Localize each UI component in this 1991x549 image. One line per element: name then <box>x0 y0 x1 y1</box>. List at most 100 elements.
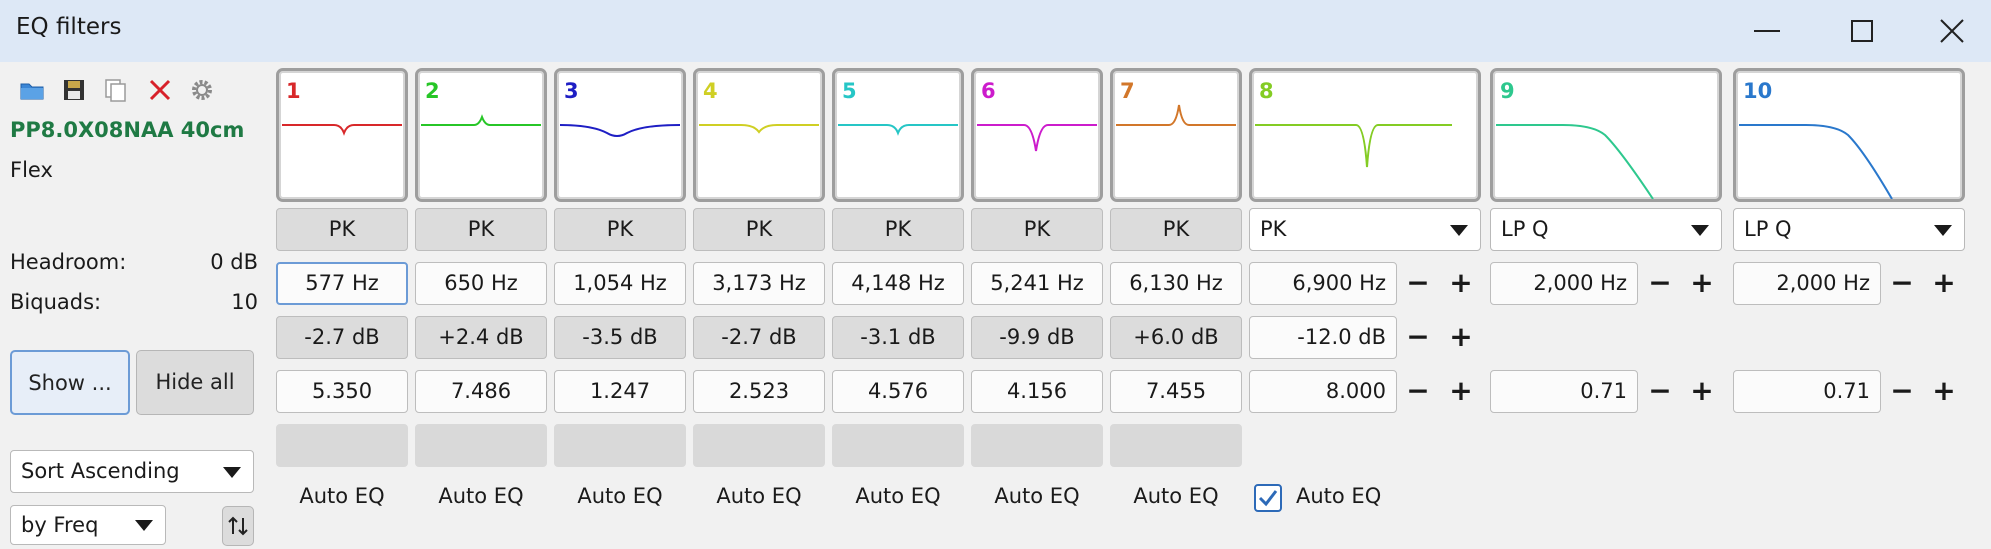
headroom-label: Headroom: <box>10 250 127 274</box>
frequency-field[interactable]: 577 Hz <box>276 262 408 305</box>
minus-button[interactable]: − <box>1882 370 1922 413</box>
frequency-field[interactable]: 2,000 Hz <box>1733 262 1881 305</box>
filter-graph-5[interactable]: 5 <box>832 68 964 202</box>
frequency-field[interactable]: 4,148 Hz <box>832 262 964 305</box>
filter-graph-2[interactable]: 2 <box>415 68 547 202</box>
plus-button[interactable]: + <box>1682 370 1722 413</box>
biquads-value: 10 <box>231 290 258 314</box>
gain-field[interactable]: -2.7 dB <box>276 316 408 359</box>
filter-type-value: PK <box>1260 217 1287 241</box>
gain-field[interactable]: -12.0 dB <box>1249 316 1397 359</box>
frequency-field[interactable]: 6,130 Hz <box>1110 262 1242 305</box>
filter-graph-9[interactable]: 9 <box>1490 68 1722 202</box>
filter-type-select[interactable]: PK <box>1249 208 1481 251</box>
gain-field[interactable]: -3.1 dB <box>832 316 964 359</box>
q-field[interactable]: 1.247 <box>554 370 686 413</box>
q-field[interactable]: 7.455 <box>1110 370 1242 413</box>
sort-by-select[interactable]: by Freq <box>10 505 166 545</box>
filter-graph-1[interactable]: 1 <box>276 68 408 202</box>
maximize-icon <box>1851 20 1873 42</box>
gain-field[interactable]: -9.9 dB <box>971 316 1103 359</box>
filter-type-button[interactable]: PK <box>971 208 1103 251</box>
sort-order-select[interactable]: Sort Ascending <box>10 450 254 493</box>
delete-icon <box>149 79 171 101</box>
q-field[interactable]: 0.71 <box>1733 370 1881 413</box>
gain-field[interactable]: -2.7 dB <box>693 316 825 359</box>
save-icon <box>64 80 84 100</box>
show-button[interactable]: Show ... <box>10 350 130 415</box>
filter-type-value: LP Q <box>1501 217 1549 241</box>
filter-graph-4[interactable]: 4 <box>693 68 825 202</box>
minus-button[interactable]: − <box>1398 316 1438 359</box>
filter-graph-10[interactable]: 10 <box>1733 68 1965 202</box>
minus-button[interactable]: − <box>1398 370 1438 413</box>
frequency-field[interactable]: 2,000 Hz <box>1490 262 1638 305</box>
q-field[interactable]: 2.523 <box>693 370 825 413</box>
filter-graph-3[interactable]: 3 <box>554 68 686 202</box>
filter-type-select[interactable]: LP Q <box>1733 208 1965 251</box>
open-button[interactable] <box>18 76 46 104</box>
q-field[interactable]: 0.71 <box>1490 370 1638 413</box>
copy-button[interactable] <box>102 76 130 104</box>
auto-eq-checkbox-label[interactable]: Auto EQ <box>1296 484 1406 508</box>
filter-type-button[interactable]: PK <box>832 208 964 251</box>
filter-type-button[interactable]: PK <box>276 208 408 251</box>
chevron-down-icon <box>223 466 241 478</box>
frequency-field[interactable]: 3,173 Hz <box>693 262 825 305</box>
filter-type-button[interactable]: PK <box>1110 208 1242 251</box>
save-button[interactable] <box>60 76 88 104</box>
gear-icon <box>192 80 212 100</box>
minus-button[interactable]: − <box>1640 370 1680 413</box>
auto-eq-checkbox[interactable] <box>1254 484 1282 512</box>
auto-eq-label: Auto EQ <box>299 484 385 508</box>
minus-button[interactable]: − <box>1640 262 1680 305</box>
filter-graph-7[interactable]: 7 <box>1110 68 1242 202</box>
filter-type-select[interactable]: LP Q <box>1490 208 1722 251</box>
settings-button[interactable] <box>188 76 216 104</box>
gain-field[interactable]: +2.4 dB <box>415 316 547 359</box>
plus-button[interactable]: + <box>1441 262 1481 305</box>
maximize-button[interactable] <box>1822 0 1902 62</box>
gain-field[interactable]: -3.5 dB <box>554 316 686 359</box>
chevron-down-icon <box>135 520 153 531</box>
q-field[interactable]: 4.156 <box>971 370 1103 413</box>
chevron-down-icon <box>1934 224 1952 236</box>
filter-type-button[interactable]: PK <box>415 208 547 251</box>
blank-cell <box>1110 424 1242 467</box>
minus-button[interactable]: − <box>1398 262 1438 305</box>
frequency-field[interactable]: 650 Hz <box>415 262 547 305</box>
blank-cell <box>276 424 408 467</box>
filter-type-value: LP Q <box>1744 217 1792 241</box>
blank-cell <box>693 424 825 467</box>
q-field[interactable]: 5.350 <box>276 370 408 413</box>
q-field[interactable]: 4.576 <box>832 370 964 413</box>
delete-button[interactable] <box>146 76 174 104</box>
q-field[interactable]: 7.486 <box>415 370 547 413</box>
frequency-field[interactable]: 5,241 Hz <box>971 262 1103 305</box>
gain-field[interactable]: +6.0 dB <box>1110 316 1242 359</box>
filter-type-button[interactable]: PK <box>693 208 825 251</box>
filter-graph-6[interactable]: 6 <box>971 68 1103 202</box>
frequency-field[interactable]: 6,900 Hz <box>1249 262 1397 305</box>
q-field[interactable]: 8.000 <box>1249 370 1397 413</box>
plus-button[interactable]: + <box>1441 316 1481 359</box>
auto-eq-label: Auto EQ <box>716 484 802 508</box>
biquads-label: Biquads: <box>10 290 102 314</box>
plus-button[interactable]: + <box>1924 370 1964 413</box>
headroom-value: 0 dB <box>210 250 258 274</box>
driver-name: PP8.0X08NAA 40cm <box>10 118 245 142</box>
filter-graph-8[interactable]: 8 <box>1249 68 1481 202</box>
close-button[interactable] <box>1912 0 1991 62</box>
frequency-field[interactable]: 1,054 Hz <box>554 262 686 305</box>
minimize-button[interactable] <box>1727 0 1807 62</box>
sort-by-value: by Freq <box>21 513 99 537</box>
auto-eq-label: Auto EQ <box>438 484 524 508</box>
plus-button[interactable]: + <box>1924 262 1964 305</box>
minus-button[interactable]: − <box>1882 262 1922 305</box>
hide-all-button[interactable]: Hide all <box>136 350 254 415</box>
title-bar: EQ filters <box>0 0 1991 62</box>
plus-button[interactable]: + <box>1682 262 1722 305</box>
plus-button[interactable]: + <box>1441 370 1481 413</box>
filter-type-button[interactable]: PK <box>554 208 686 251</box>
sort-direction-button[interactable] <box>222 506 254 546</box>
